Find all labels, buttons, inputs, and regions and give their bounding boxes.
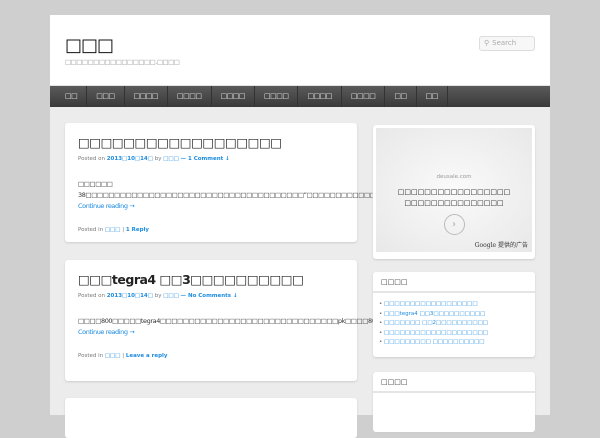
nav-item[interactable]: □□ bbox=[385, 86, 417, 107]
ad-text[interactable]: □□□□□□□□□□□□□□□□□ □□□□□□□□□□□□□□□ bbox=[376, 187, 532, 209]
arrow-right-icon[interactable]: › bbox=[443, 214, 465, 235]
post-meta: Posted on 2013□10□14□ by □□□ — 1 Comment… bbox=[78, 156, 344, 162]
post-3 bbox=[65, 398, 357, 438]
post-title[interactable]: □□□tegra4 □□3□□□□□□□□□□ bbox=[78, 272, 344, 287]
page: □□□ □□□□□□□□□□□□□□□□.□□□□ ⚲ Search □□ □□□ □… bbox=[50, 15, 550, 438]
comments-link[interactable]: — No Comments ↓ bbox=[181, 293, 238, 299]
post-footer: Posted in □□□ | Leave a reply bbox=[78, 353, 168, 359]
widget-title: □□□□ bbox=[373, 272, 535, 293]
continue-reading-link[interactable]: Continue reading → bbox=[78, 328, 135, 336]
category-link[interactable]: □□□ bbox=[105, 227, 121, 233]
post-author[interactable]: □□□ bbox=[163, 293, 179, 299]
site-title[interactable]: □□□ bbox=[65, 35, 114, 56]
category-link[interactable]: □□□ bbox=[105, 353, 121, 359]
post-excerpt: □□□□800□□□□□tegra4□□□□□□□□□□□□□□□□□□□□□□… bbox=[78, 316, 492, 338]
post-date[interactable]: 2013□10□14□ bbox=[107, 293, 153, 299]
reply-link[interactable]: Leave a reply bbox=[126, 353, 168, 359]
post-1: □□□□□□□□□□□□□□□□□□ Posted on 2013□10□14□… bbox=[65, 123, 511, 242]
main-nav: □□ □□□ □□□□ □□□□ □□□□ □□□□ □□□□ □□□□ □□ □□ bbox=[50, 86, 550, 107]
post-excerpt: □□□□□□ 38□□□□□□□□□□□□□□□□□□□□□□□□□□□□□□□… bbox=[78, 179, 511, 212]
site-description: □□□□□□□□□□□□□□□□.□□□□ bbox=[65, 58, 180, 66]
continue-reading-link[interactable]: Continue reading → bbox=[78, 202, 135, 210]
widget-title: □□□□ bbox=[373, 372, 535, 393]
search-input[interactable]: ⚲ Search bbox=[479, 36, 535, 51]
ad-widget[interactable]: deusale.com □□□□□□□□□□□□□□□□□ □□□□□□□□□□… bbox=[373, 125, 535, 259]
by-label: by bbox=[154, 293, 162, 299]
posted-on-label: Posted on bbox=[78, 293, 105, 299]
recent-post-link[interactable]: □□□□□□□□□□□□□□□□□□ bbox=[379, 301, 529, 307]
recent-post-link[interactable]: □□□□□□□□□□□□□□□□□□□□ bbox=[379, 330, 529, 336]
post-2: □□□tegra4 □□3□□□□□□□□□□ Posted on 2013□1… bbox=[65, 260, 492, 381]
posted-in-label: Posted in bbox=[78, 353, 104, 359]
post-title[interactable]: □□□□□□□□□□□□□□□□□□ bbox=[78, 135, 344, 150]
post-footer: Posted in □□□ | 1 Reply bbox=[78, 227, 149, 233]
post-date[interactable]: 2013□10□14□ bbox=[107, 156, 153, 162]
reply-link[interactable]: 1 Reply bbox=[126, 227, 149, 233]
nav-item[interactable]: □□ bbox=[56, 86, 88, 107]
recent-posts-widget: □□□□ □□□□□□□□□□□□□□□□□□ □□□tegra4 □□3□□□… bbox=[373, 272, 535, 357]
google-ad-label: Google 提供的广告 bbox=[474, 242, 528, 249]
nav-item[interactable]: □□□□ bbox=[168, 86, 212, 107]
search-placeholder: Search bbox=[492, 39, 517, 47]
site-header: □□□ □□□□□□□□□□□□□□□□.□□□□ ⚲ Search bbox=[50, 15, 550, 86]
ad-domain: deusale.com bbox=[436, 174, 472, 180]
nav-item[interactable]: □□□□ bbox=[298, 86, 342, 107]
nav-item[interactable]: □□□□ bbox=[342, 86, 386, 107]
post-author[interactable]: □□□ bbox=[163, 156, 179, 162]
nav-item[interactable]: □□□□ bbox=[255, 86, 299, 107]
nav-item[interactable]: □□ bbox=[417, 86, 448, 107]
posted-in-label: Posted in bbox=[78, 227, 104, 233]
recent-post-link[interactable]: □□□□□□□□□ □□□□□□□□□□ bbox=[379, 339, 529, 345]
nav-item[interactable]: □□□□ bbox=[212, 86, 255, 107]
recent-post-link[interactable]: □□□tegra4 □□3□□□□□□□□□□ bbox=[379, 311, 529, 317]
posted-on-label: Posted on bbox=[78, 156, 105, 162]
by-label: by bbox=[154, 156, 162, 162]
nav-item[interactable]: □□□□ bbox=[125, 86, 169, 107]
post-meta: Posted on 2013□10□14□ by □□□ — No Commen… bbox=[78, 293, 344, 299]
search-icon: ⚲ bbox=[484, 39, 490, 47]
comments-link[interactable]: — 1 Comment ↓ bbox=[181, 156, 230, 162]
second-widget: □□□□ bbox=[373, 372, 535, 432]
recent-post-link[interactable]: □□□□□□□ □□2□□□□□□□□□□ bbox=[379, 320, 529, 326]
nav-item[interactable]: □□□ bbox=[87, 86, 125, 107]
